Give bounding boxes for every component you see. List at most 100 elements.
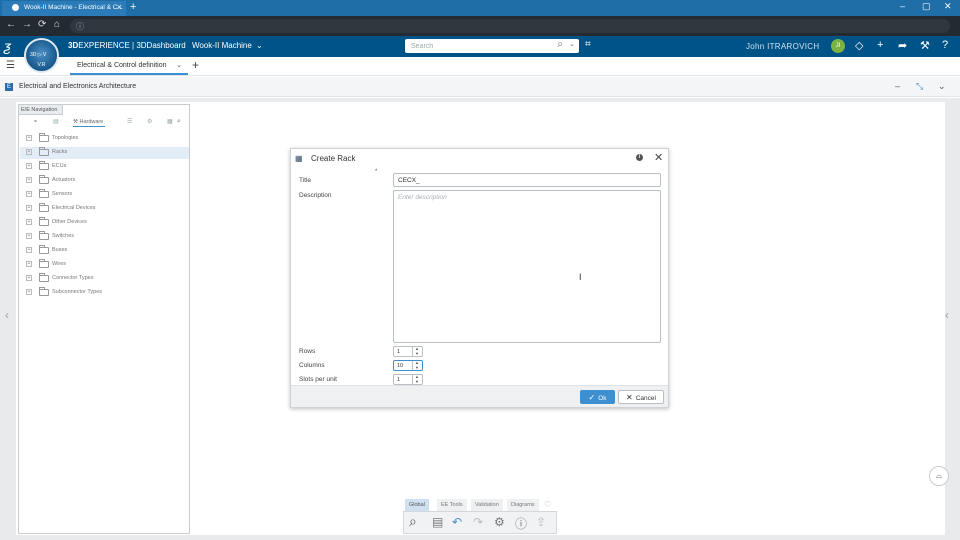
address-bar[interactable]: ⓘ: [70, 19, 950, 33]
logical-icon[interactable]: ▤: [53, 118, 59, 125]
favorite-icon[interactable]: ♡: [544, 500, 551, 509]
browser-tab[interactable]: Wook-II Machine - Electrical & C... ×: [2, 1, 126, 16]
tools-icon[interactable]: ⚒: [920, 39, 930, 52]
list-view-icon[interactable]: ☰: [127, 118, 132, 125]
tree-item[interactable]: + Electrical Devices: [20, 203, 189, 215]
left-panel-arrow-icon[interactable]: ‹: [5, 308, 9, 322]
close-icon[interactable]: ✕: [654, 151, 663, 164]
decrement-icon[interactable]: ▼: [415, 365, 419, 370]
ds-logo-icon[interactable]: ƺ: [4, 38, 11, 54]
messages-icon[interactable]: ◇: [855, 39, 863, 52]
settings-icon[interactable]: ⚙: [147, 118, 152, 125]
tree-item[interactable]: + ECUs: [20, 161, 189, 173]
expand-icon[interactable]: +: [26, 275, 32, 281]
columns-stepper-arrows[interactable]: ▲ ▼: [412, 360, 422, 370]
sidebar-toggle-icon[interactable]: ☰: [6, 60, 15, 71]
export-icon[interactable]: ⇪: [536, 515, 546, 529]
share-icon[interactable]: ➦: [898, 39, 907, 52]
window-minimize-button[interactable]: –: [900, 1, 905, 11]
add-icon[interactable]: +: [877, 39, 883, 51]
tree-item[interactable]: + Actuators: [20, 175, 189, 187]
functional-icon[interactable]: ⚭: [33, 118, 38, 125]
reload-icon[interactable]: ⟳: [38, 19, 46, 30]
new-tab-button[interactable]: +: [130, 1, 136, 13]
tree-item[interactable]: + Wires: [20, 259, 189, 271]
tag-icon[interactable]: ⌗: [585, 39, 591, 50]
tab-hardware[interactable]: ⚒ Hardware: [73, 119, 106, 127]
rows-stepper-arrows[interactable]: ▲ ▼: [412, 346, 422, 356]
info-icon[interactable]: i: [636, 154, 643, 161]
right-panel-arrow-icon[interactable]: ‹: [945, 308, 949, 322]
ok-button[interactable]: ✓ Ok: [580, 390, 615, 404]
cancel-button[interactable]: ✕ Cancel: [618, 390, 664, 404]
expand-icon[interactable]: +: [26, 247, 32, 253]
search-icon[interactable]: ⌕: [557, 39, 563, 50]
home-icon[interactable]: ⌂: [54, 19, 60, 30]
expand-icon[interactable]: +: [26, 219, 32, 225]
back-arrow-icon[interactable]: ←: [6, 19, 16, 30]
user-name[interactable]: John ITRAROVICH: [746, 42, 819, 51]
table-view-icon[interactable]: ▦: [167, 118, 173, 125]
help-icon[interactable]: ?: [942, 39, 948, 51]
rows-input[interactable]: [394, 347, 413, 356]
avatar[interactable]: JI: [831, 39, 845, 53]
columns-input[interactable]: [394, 361, 413, 370]
collapse-widget-icon[interactable]: ⤡: [916, 81, 923, 92]
tab-diagrams[interactable]: Diagrams: [507, 499, 539, 511]
tree-item[interactable]: + Topologies: [20, 133, 189, 145]
tab-dropdown-icon[interactable]: ⌄: [176, 61, 182, 69]
expand-icon[interactable]: +: [26, 149, 32, 155]
expand-icon[interactable]: +: [26, 233, 32, 239]
tab-electrical-control[interactable]: Electrical & Control definition ⌄: [70, 57, 188, 75]
tree-item[interactable]: + Racks: [20, 147, 189, 159]
description-field[interactable]: [393, 190, 661, 343]
search-options-icon[interactable]: ⌄: [569, 40, 575, 48]
columns-stepper[interactable]: ▲▼: [393, 360, 423, 371]
window-close-button[interactable]: ✕: [944, 1, 952, 12]
redo-icon[interactable]: ↷: [473, 515, 483, 529]
compass-icon[interactable]: 3D ▷ V V.R: [24, 38, 59, 73]
browser-tab-close-icon[interactable]: ×: [117, 2, 122, 12]
slots-per-unit-input[interactable]: [394, 375, 413, 384]
tree-item[interactable]: + Buses: [20, 245, 189, 257]
expand-icon[interactable]: +: [26, 261, 32, 267]
tree-item[interactable]: + Sensors: [20, 189, 189, 201]
settings-icon[interactable]: ⚙: [494, 515, 505, 529]
search-box[interactable]: ⌕ ⌄: [405, 39, 579, 53]
forward-arrow-icon[interactable]: →: [22, 19, 32, 30]
dashboard-dropdown-icon[interactable]: ⌄: [256, 41, 263, 50]
decrement-icon[interactable]: ▼: [415, 351, 419, 356]
dashboard-name[interactable]: Wook-II Machine: [192, 41, 252, 50]
tree-item[interactable]: + Other Devices: [20, 217, 189, 229]
tree-item[interactable]: + Switches: [20, 231, 189, 243]
tree-item[interactable]: + Subconnector Types: [20, 287, 189, 299]
slots-stepper-arrows[interactable]: ▲ ▼: [412, 374, 422, 384]
expand-icon[interactable]: +: [26, 177, 32, 183]
decrement-icon[interactable]: ▼: [415, 379, 419, 384]
nav-search-icon[interactable]: ⌕: [177, 118, 181, 126]
minimize-widget-icon[interactable]: –: [895, 81, 900, 91]
tree-item[interactable]: + Connector Types: [20, 273, 189, 285]
site-info-icon[interactable]: ⓘ: [76, 21, 84, 32]
tab-ee-tools[interactable]: EE Tools: [437, 499, 467, 511]
search-input[interactable]: [411, 40, 541, 52]
title-field[interactable]: [393, 173, 661, 187]
rows-stepper[interactable]: ▲▼: [393, 346, 423, 357]
info-icon[interactable]: ⓘ: [515, 515, 527, 532]
undo-icon[interactable]: ↶: [452, 515, 462, 529]
expand-icon[interactable]: +: [26, 135, 32, 141]
tab-global[interactable]: Global: [405, 499, 429, 511]
widget-menu-icon[interactable]: ⌄: [938, 81, 946, 92]
window-restore-button[interactable]: ▢: [922, 1, 931, 12]
slots-per-unit-stepper[interactable]: ▲▼: [393, 374, 423, 385]
expand-icon[interactable]: +: [26, 191, 32, 197]
document-icon[interactable]: ▤: [432, 515, 443, 529]
ee-navigation-tab[interactable]: E/E Navigation: [19, 105, 63, 115]
expand-icon[interactable]: +: [26, 163, 32, 169]
expand-icon[interactable]: +: [26, 289, 32, 295]
tab-validation[interactable]: Validation: [471, 499, 503, 511]
search-icon[interactable]: ⌕: [409, 513, 417, 530]
expand-icon[interactable]: +: [26, 205, 32, 211]
chat-icon[interactable]: ⌓: [929, 466, 949, 486]
add-tab-button[interactable]: +: [192, 58, 199, 72]
